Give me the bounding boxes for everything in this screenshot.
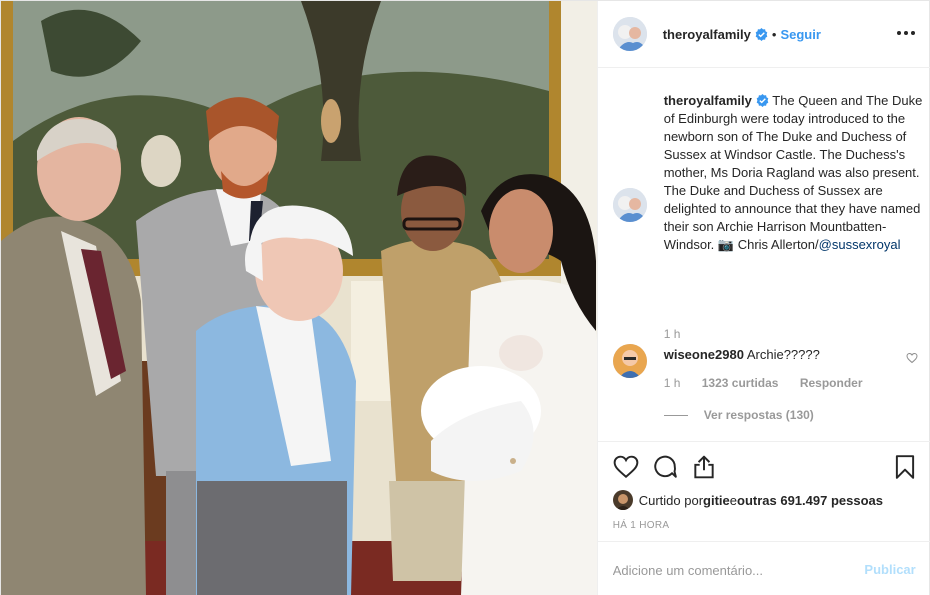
likes-prefix: Curtido por <box>638 492 704 508</box>
comment-icon[interactable] <box>652 454 678 480</box>
liker-avatar-icon <box>612 490 633 510</box>
more-dots-icon[interactable] <box>896 24 915 42</box>
post-sidebar: theroyalfamily • Seguir theroyalfamily T… <box>596 1 930 595</box>
comment-heart-icon[interactable] <box>906 352 918 364</box>
comment-input[interactable] <box>612 557 843 583</box>
share-icon[interactable] <box>691 454 717 480</box>
royal-family-avatar-icon <box>612 188 647 222</box>
caption-username[interactable]: theroyalfamily <box>664 93 752 108</box>
likes-others[interactable]: outras 691.497 pessoas <box>737 493 883 508</box>
replies-divider <box>663 414 688 416</box>
add-comment-bar: Publicar <box>597 541 930 595</box>
comments-section[interactable]: theroyalfamily The Queen and The Duke of… <box>598 69 930 441</box>
caption-text: The Queen and The Duke of Edinburgh were… <box>663 93 923 252</box>
comment-username[interactable]: wiseone2980 <box>664 347 744 362</box>
likes-summary: Curtido por gitie e outras 691.497 pesso… <box>612 490 883 510</box>
publish-button[interactable]: Publicar <box>864 562 915 577</box>
caption-time[interactable]: 1 h <box>664 327 681 341</box>
caption-credit: Chris Allerton/ <box>734 237 819 252</box>
liker-username[interactable]: gitie <box>703 493 730 508</box>
liker-avatar[interactable] <box>612 490 633 510</box>
post-actions: Curtido por gitie e outras 691.497 pesso… <box>597 441 930 541</box>
instagram-post: theroyalfamily • Seguir theroyalfamily T… <box>0 0 930 595</box>
follow-button[interactable]: Seguir <box>780 27 820 42</box>
commenter-avatar[interactable] <box>612 344 647 378</box>
profile-avatar[interactable] <box>612 17 647 51</box>
heart-icon[interactable] <box>613 454 639 480</box>
post-image <box>1 1 597 595</box>
header-username[interactable]: theroyalfamily <box>663 27 751 42</box>
caption-avatar[interactable] <box>612 188 647 222</box>
bookmark-icon[interactable] <box>892 454 918 480</box>
view-replies-button[interactable]: Ver respostas (130) <box>663 408 814 422</box>
post-header: theroyalfamily • Seguir <box>597 1 930 68</box>
view-replies-label: Ver respostas (130) <box>703 408 814 422</box>
comment-time[interactable]: 1 h <box>664 376 681 390</box>
comment-meta: 1 h 1323 curtidas Responder <box>664 376 881 390</box>
mention-link[interactable]: @sussexroyal <box>819 237 901 252</box>
post-timestamp[interactable]: HÁ 1 HORA <box>613 520 670 531</box>
reply-button[interactable]: Responder <box>800 376 863 390</box>
comment-likes[interactable]: 1323 curtidas <box>702 376 779 390</box>
comment-text: Archie????? <box>746 347 820 362</box>
comment-text-block: wiseone2980 Archie????? <box>664 346 820 364</box>
royal-family-avatar-icon <box>612 17 647 51</box>
likes-middle: e <box>729 492 737 508</box>
verified-badge-icon <box>756 94 769 107</box>
header-separator: • <box>771 26 777 42</box>
camera-emoji: 📷 <box>717 237 735 252</box>
verified-badge-icon <box>755 27 768 41</box>
commenter-avatar-icon <box>612 344 647 378</box>
caption-text-block: theroyalfamily The Queen and The Duke of… <box>664 92 930 254</box>
action-icons <box>613 454 918 480</box>
post-photo[interactable] <box>1 1 597 595</box>
